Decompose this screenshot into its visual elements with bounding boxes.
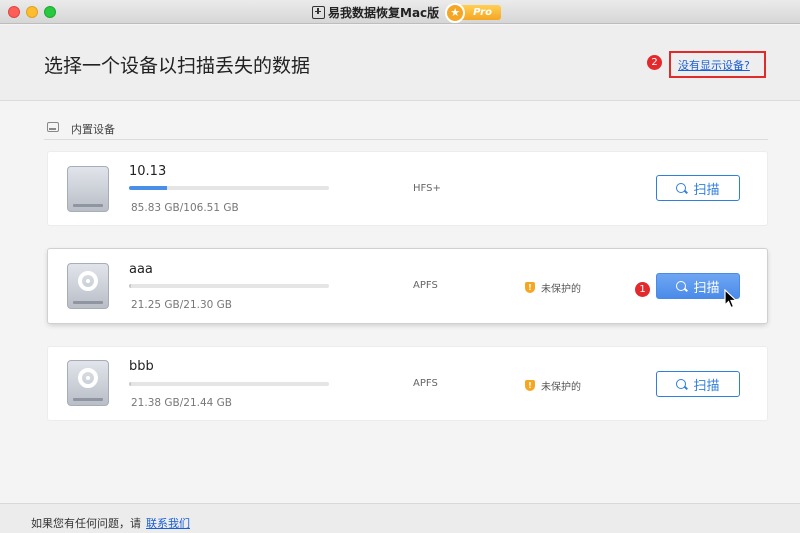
contact-us-link[interactable]: 联系我们: [146, 515, 190, 531]
device-size: 21.38 GB/21.44 GB: [131, 397, 233, 409]
annotation-badge-2: 2: [647, 55, 662, 70]
usage-bar: [129, 382, 329, 386]
shield-warning-icon: !: [525, 282, 535, 293]
window-title: 易我数据恢复Mac版: [328, 5, 440, 20]
protection-status: ! 未保护的: [525, 280, 581, 295]
scan-label: 扫描: [693, 378, 720, 394]
close-window-button[interactable]: [8, 6, 20, 18]
app-icon: [312, 5, 325, 19]
star-icon: ★: [445, 3, 466, 23]
device-name: 10.13: [129, 164, 167, 179]
device-card-aaa[interactable]: aaa 21.25 GB/21.30 GB APFS ! 未保护的 1 扫描: [48, 249, 767, 323]
scan-label: 扫描: [693, 280, 720, 296]
protection-label: 未保护的: [541, 382, 581, 393]
protection-label: 未保护的: [541, 284, 581, 295]
shield-warning-icon: !: [525, 380, 535, 391]
device-name: bbb: [129, 359, 154, 374]
usage-bar: [129, 284, 329, 288]
pro-badge: Pro ★: [445, 3, 503, 23]
disk-drive-icon: [67, 263, 109, 309]
maximize-window-button[interactable]: [44, 6, 56, 18]
search-icon: [676, 183, 687, 193]
usage-bar-fill: [129, 186, 167, 190]
section-label: 内置设备: [71, 123, 115, 136]
footer: 如果您有任何问题，请 联系我们: [0, 503, 800, 533]
minimize-window-button[interactable]: [26, 6, 38, 18]
title-bar: 易我数据恢复Mac版 Pro ★: [0, 0, 800, 24]
usage-bar-fill: [129, 284, 131, 288]
device-name: aaa: [129, 262, 153, 277]
usage-bar: [129, 186, 329, 190]
no-device-shown-link[interactable]: 没有显示设备?: [678, 57, 750, 73]
hard-disk-icon: [47, 122, 59, 132]
search-icon: [676, 379, 687, 389]
page-header: 选择一个设备以扫描丢失的数据 2 没有显示设备?: [0, 25, 800, 101]
file-system: APFS: [413, 280, 438, 291]
apple-drive-icon: [67, 166, 109, 212]
file-system: HFS+: [413, 183, 441, 194]
footer-text: 如果您有任何问题，请: [31, 517, 141, 530]
annotation-badge-1: 1: [635, 282, 650, 297]
device-card-bbb[interactable]: bbb 21.38 GB/21.44 GB APFS ! 未保护的 扫描: [48, 347, 767, 420]
app-window: 易我数据恢复Mac版 Pro ★ 选择一个设备以扫描丢失的数据 2 没有显示设备…: [0, 0, 800, 533]
protection-status: ! 未保护的: [525, 378, 581, 393]
disk-drive-icon: [67, 360, 109, 406]
usage-bar-fill: [129, 382, 131, 386]
search-icon: [676, 281, 687, 291]
file-system: APFS: [413, 378, 438, 389]
page-title: 选择一个设备以扫描丢失的数据: [44, 55, 311, 77]
scan-button[interactable]: 扫描: [656, 175, 740, 201]
scan-label: 扫描: [693, 182, 720, 198]
device-size: 21.25 GB/21.30 GB: [131, 299, 233, 311]
window-title-group: 易我数据恢复Mac版 Pro ★: [312, 2, 503, 23]
section-internal-devices: 内置设备: [44, 118, 768, 140]
scan-button[interactable]: 扫描: [656, 371, 740, 397]
device-card-10-13[interactable]: 10.13 85.83 GB/106.51 GB HFS+ 扫描: [48, 152, 767, 225]
device-size: 85.83 GB/106.51 GB: [131, 202, 239, 214]
